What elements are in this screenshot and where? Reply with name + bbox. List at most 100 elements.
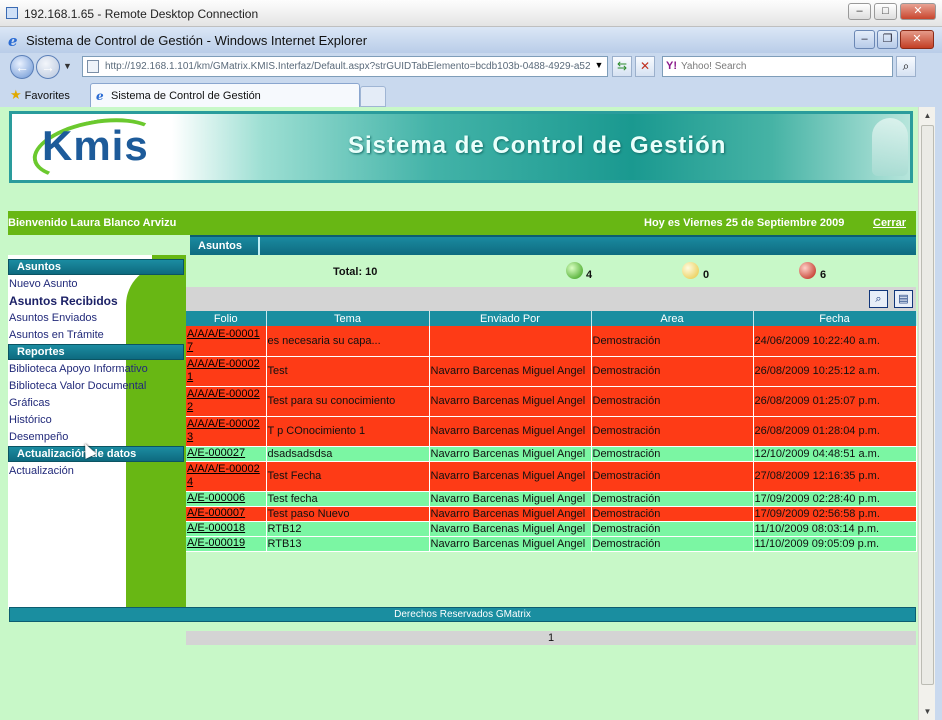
logout-link[interactable]: Cerrar <box>873 217 906 229</box>
area-cell: Demostración <box>591 536 754 552</box>
scroll-up-icon[interactable]: ▲ <box>919 107 936 124</box>
favorites-button[interactable]: ★ Favorites <box>10 87 70 103</box>
address-bar[interactable]: http://192.168.1.101/km/GMatrix.KMIS.Int… <box>82 56 608 77</box>
folio-cell[interactable]: A/E-000018 <box>186 521 267 537</box>
yellow-status-icon <box>682 262 699 279</box>
folio-cell[interactable]: A/E-000027 <box>186 446 267 462</box>
folio-link[interactable]: A/A/A/E-000024 <box>187 463 265 489</box>
folio-cell[interactable]: A/E-000007 <box>186 506 267 522</box>
module-tabbar: Asuntos <box>190 235 916 255</box>
table-row[interactable]: A/E-000007 Test paso Nuevo Navarro Barcena… <box>186 506 917 522</box>
folio-cell[interactable]: A/A/A/E-000017 <box>186 326 267 357</box>
folio-link[interactable]: A/E-000019 <box>187 537 265 550</box>
export-icon[interactable]: ▤ <box>894 290 913 308</box>
tab-asuntos[interactable]: Asuntos <box>190 237 260 255</box>
page-number[interactable]: 1 <box>548 632 554 644</box>
footer: Derechos Reservados GMatrix <box>9 607 916 622</box>
sidebar-item-asuntos-recibidos[interactable]: Asuntos Recibidos <box>9 294 118 308</box>
back-button[interactable]: ← <box>10 55 34 79</box>
rdp-maximize-button[interactable]: □ <box>874 3 897 20</box>
table-row[interactable]: A/A/A/E-000023 T p COnocimiento 1 Navarro … <box>186 416 917 447</box>
sidebar-item-nuevo-asunto[interactable]: Nuevo Asunto <box>9 278 78 290</box>
fecha-cell: 11/10/2009 09:05:09 p.m. <box>753 536 917 552</box>
area-cell: Demostración <box>591 446 754 462</box>
refresh-icon[interactable]: ⇆ <box>612 56 632 77</box>
rdp-close-button[interactable]: ✕ <box>900 3 936 20</box>
enviado-cell: Navarro Barcenas Miguel Angel <box>429 386 592 417</box>
forward-button[interactable]: → <box>36 55 60 79</box>
table-row[interactable]: A/E-000018 RTB12 Navarro Barcenas Miguel A… <box>186 521 917 537</box>
table-header-row: Folio Tema Enviado Por Area Fecha <box>186 311 917 326</box>
green-status-icon <box>566 262 583 279</box>
table-row[interactable]: A/E-000019 RTB13 Navarro Barcenas Miguel A… <box>186 536 917 552</box>
tema-cell: dsadsadsdsa <box>266 446 430 462</box>
table-row[interactable]: A/A/A/E-000022 Test para su conocimiento N… <box>186 386 917 417</box>
area-cell: Demostración <box>591 491 754 507</box>
banner-person-image <box>872 118 908 176</box>
column-header-enviado[interactable]: Enviado Por <box>429 311 592 326</box>
rdp-titlebar: 192.168.1.65 - Remote Desktop Connection… <box>0 0 942 27</box>
sidebar-item-biblioteca-valor[interactable]: Biblioteca Valor Documental <box>9 380 146 392</box>
enviado-cell: Navarro Barcenas Miguel Angel <box>429 416 592 447</box>
sidebar-item-biblioteca-apoyo[interactable]: Biblioteca Apoyo Informativo <box>9 363 148 375</box>
stop-icon[interactable]: ✕ <box>635 56 655 77</box>
folio-cell[interactable]: A/A/A/E-000023 <box>186 416 267 447</box>
area-cell: Demostración <box>591 461 754 492</box>
ie-close-button[interactable]: ✕ <box>900 30 934 49</box>
fecha-cell: 24/06/2009 10:22:40 a.m. <box>753 326 917 357</box>
search-magnifier-icon[interactable]: ⌕ <box>869 290 888 308</box>
sidebar-item-historico[interactable]: Histórico <box>9 414 52 426</box>
red-status-icon <box>799 262 816 279</box>
tema-cell: RTB12 <box>266 521 430 537</box>
column-header-area[interactable]: Area <box>591 311 754 326</box>
section-asuntos: Asuntos <box>8 259 184 275</box>
folio-cell[interactable]: A/E-000006 <box>186 491 267 507</box>
rdp-minimize-button[interactable]: – <box>848 3 871 20</box>
search-input[interactable]: Y! Yahoo! Search <box>662 56 893 77</box>
history-dropdown-icon[interactable]: ▼ <box>63 61 72 71</box>
table-row[interactable]: A/A/A/E-000024 Test Fecha Navarro Barcenas… <box>186 461 917 492</box>
browser-tab[interactable]: e Sistema de Control de Gestión <box>90 83 360 107</box>
table-row[interactable]: A/A/A/E-000021 Test Navarro Barcenas Migue… <box>186 356 917 387</box>
folio-link[interactable]: A/E-000027 <box>187 447 265 460</box>
folio-link[interactable]: A/A/A/E-000021 <box>187 358 265 384</box>
folio-cell[interactable]: A/A/A/E-000024 <box>186 461 267 492</box>
scroll-thumb[interactable] <box>921 125 934 685</box>
column-header-folio[interactable]: Folio <box>186 311 267 326</box>
column-header-tema[interactable]: Tema <box>266 311 430 326</box>
sidebar-item-asuntos-tramite[interactable]: Asuntos en Trámite <box>9 329 104 341</box>
folio-cell[interactable]: A/A/A/E-000021 <box>186 356 267 387</box>
sidebar-item-asuntos-enviados[interactable]: Asuntos Enviados <box>9 312 97 324</box>
vertical-scrollbar[interactable]: ▲ ▼ <box>918 107 935 720</box>
sidebar-item-graficas[interactable]: Gráficas <box>9 397 50 409</box>
rdp-icon <box>6 7 18 19</box>
address-text: http://192.168.1.101/km/GMatrix.KMIS.Int… <box>105 61 591 72</box>
folio-cell[interactable]: A/A/A/E-000022 <box>186 386 267 417</box>
column-header-fecha[interactable]: Fecha <box>753 311 917 326</box>
area-cell: Demostración <box>591 356 754 387</box>
enviado-cell: Navarro Barcenas Miguel Angel <box>429 536 592 552</box>
sidebar-item-desempeno[interactable]: Desempeño <box>9 431 68 443</box>
folio-link[interactable]: A/A/A/E-000017 <box>187 328 265 354</box>
ie-minimize-button[interactable]: – <box>854 30 875 49</box>
table-row[interactable]: A/E-000027 dsadsadsdsa Navarro Barcenas Mi… <box>186 446 917 462</box>
new-tab-button[interactable] <box>360 86 386 107</box>
current-date: Hoy es Viernes 25 de Septiembre 2009 <box>644 217 845 229</box>
tab-ie-icon: e <box>96 89 104 103</box>
yahoo-icon: Y! <box>666 60 677 72</box>
sidebar-item-actualizacion[interactable]: Actualización <box>9 465 74 477</box>
folio-link[interactable]: A/A/A/E-000022 <box>187 388 265 414</box>
table-row[interactable]: A/E-000006 Test fecha Navarro Barcenas Mig… <box>186 491 917 507</box>
search-icon[interactable]: ⌕ <box>896 56 916 77</box>
scroll-down-icon[interactable]: ▼ <box>919 703 936 720</box>
folio-link[interactable]: A/A/A/E-000023 <box>187 418 265 444</box>
summary-bar: Total: 10 4 0 6 <box>186 259 916 285</box>
favorites-bar: ★ Favorites e Sistema de Control de Gesti… <box>0 82 942 107</box>
address-dropdown-icon[interactable]: ▼ <box>590 56 608 77</box>
folio-link[interactable]: A/E-000018 <box>187 522 265 535</box>
ie-restore-button[interactable]: ❐ <box>877 30 898 49</box>
folio-link[interactable]: A/E-000007 <box>187 507 265 520</box>
folio-link[interactable]: A/E-000006 <box>187 492 265 505</box>
folio-cell[interactable]: A/E-000019 <box>186 536 267 552</box>
table-row[interactable]: A/A/A/E-000017 es necesaria su capa... Dem… <box>186 326 917 357</box>
